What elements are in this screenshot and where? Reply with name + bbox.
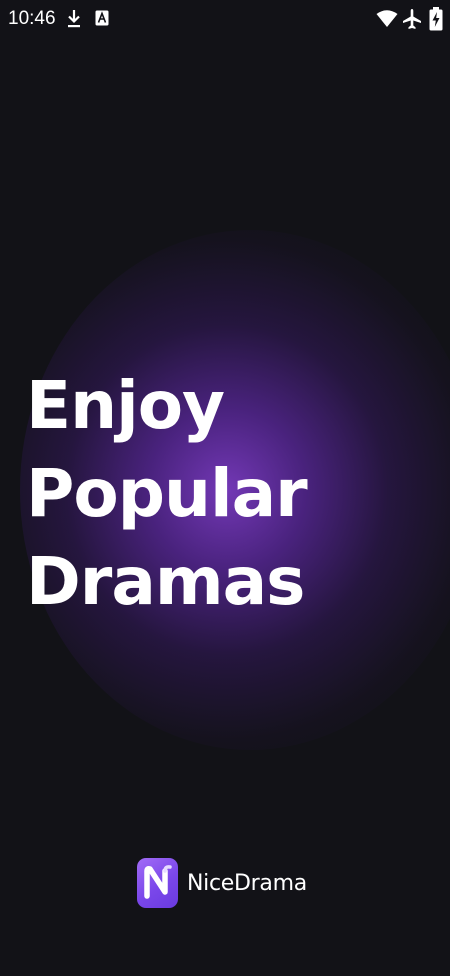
splash-screen: 10:46 Enjoy Popular Dramas NiceDrama	[0, 0, 450, 976]
brand-lockup: NiceDrama	[137, 858, 307, 908]
splash-headline: Enjoy Popular Dramas	[26, 362, 308, 626]
download-icon	[66, 9, 82, 29]
a-notification-icon	[95, 10, 109, 26]
airplane-mode-icon	[402, 8, 422, 30]
headline-line-1: Enjoy	[26, 367, 225, 444]
battery-charging-icon	[429, 7, 443, 31]
brand-name: NiceDrama	[187, 870, 307, 896]
headline-line-2: Popular	[26, 455, 308, 532]
nicedrama-logo-icon	[137, 858, 178, 908]
headline-line-3: Dramas	[26, 543, 305, 620]
wifi-icon	[376, 9, 398, 29]
status-time: 10:46	[8, 8, 56, 29]
status-bar: 10:46	[0, 0, 450, 38]
